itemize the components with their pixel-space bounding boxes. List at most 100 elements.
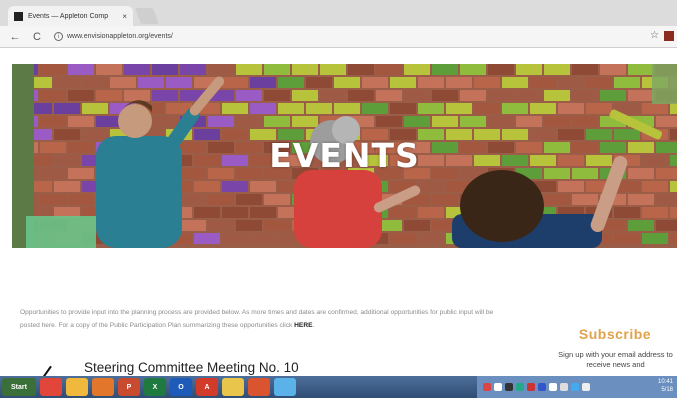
mural-brick xyxy=(530,103,556,114)
right-foliage xyxy=(652,64,677,104)
mural-brick xyxy=(600,64,626,75)
mural-brick xyxy=(502,103,528,114)
extension-icon[interactable] xyxy=(664,31,674,41)
mural-brick xyxy=(124,64,150,75)
tray-icon[interactable] xyxy=(483,383,491,391)
mural-brick xyxy=(138,77,164,88)
taskbar-app-explorer[interactable] xyxy=(66,378,88,396)
tray-icon[interactable] xyxy=(505,383,513,391)
browser-tab-strip: Events — Appleton Comp × xyxy=(0,0,677,26)
mural-brick xyxy=(502,77,528,88)
tab-close-icon[interactable]: × xyxy=(122,12,127,21)
mural-brick xyxy=(432,64,458,75)
mural-brick xyxy=(474,77,500,88)
tray-icon[interactable] xyxy=(494,383,502,391)
mural-brick xyxy=(54,103,80,114)
mural-brick xyxy=(572,194,598,205)
bookmark-star-icon[interactable]: ☆ xyxy=(650,30,659,41)
tray-icon[interactable] xyxy=(538,383,546,391)
taskbar-app-paint[interactable] xyxy=(222,378,244,396)
mural-brick xyxy=(180,64,206,75)
minimize-icon[interactable] xyxy=(621,4,637,16)
mural-brick xyxy=(250,181,276,192)
new-tab-button[interactable] xyxy=(135,8,159,24)
taskbar-app-outlook[interactable]: O xyxy=(170,378,192,396)
mural-brick xyxy=(432,116,458,127)
mural-brick xyxy=(236,64,262,75)
mural-brick xyxy=(264,116,290,127)
mural-brick xyxy=(348,90,374,101)
mural-brick xyxy=(670,181,677,192)
window-close-icon[interactable] xyxy=(657,4,673,16)
tray-icon[interactable] xyxy=(560,383,568,391)
taskbar-clock[interactable]: 10:41 5/18 xyxy=(658,378,673,394)
mural-brick xyxy=(222,77,248,88)
mural-brick xyxy=(306,77,332,88)
mural-brick xyxy=(292,64,318,75)
mural-brick xyxy=(404,64,430,75)
taskbar-app-network[interactable] xyxy=(274,378,296,396)
mural-brick xyxy=(614,207,640,218)
reload-icon[interactable]: C xyxy=(30,30,44,44)
mural-brick xyxy=(334,77,360,88)
taskbar-app-firefox[interactable] xyxy=(92,378,114,396)
mural-brick xyxy=(474,103,500,114)
system-tray: 10:41 5/18 xyxy=(477,376,677,398)
mural-brick xyxy=(250,207,276,218)
mural-brick xyxy=(656,116,677,127)
taskbar-app-media[interactable] xyxy=(248,378,270,396)
taskbar-app-powerpoint[interactable]: P xyxy=(118,378,140,396)
meeting-heading[interactable]: Steering Committee Meeting No. 10 xyxy=(84,360,299,375)
tray-icon[interactable] xyxy=(516,383,524,391)
mural-brick xyxy=(614,77,640,88)
tray-icon[interactable] xyxy=(549,383,557,391)
start-button[interactable]: Start xyxy=(2,378,36,396)
mural-brick xyxy=(418,233,444,244)
here-link[interactable]: HERE xyxy=(294,322,312,329)
mural-brick xyxy=(572,90,598,101)
mural-brick xyxy=(656,194,677,205)
tray-icon[interactable] xyxy=(582,383,590,391)
mural-brick xyxy=(68,194,94,205)
mural-brick xyxy=(54,181,80,192)
tray-icon[interactable] xyxy=(571,383,579,391)
taskbar-apps: PXOA xyxy=(36,378,296,396)
mural-brick xyxy=(390,207,416,218)
mural-brick xyxy=(264,90,290,101)
mural-brick xyxy=(530,77,556,88)
mural-brick xyxy=(82,103,108,114)
mural-brick xyxy=(180,194,206,205)
mural-brick xyxy=(460,116,486,127)
taskbar-app-acrobat[interactable]: A xyxy=(196,378,218,396)
maximize-icon[interactable] xyxy=(639,4,655,16)
mural-brick xyxy=(544,194,570,205)
mural-brick xyxy=(40,194,66,205)
address-bar[interactable]: i www.envisionappleton.org/events/ xyxy=(54,29,644,45)
mural-brick xyxy=(488,64,514,75)
mural-brick xyxy=(572,64,598,75)
mural-brick xyxy=(54,77,80,88)
info-icon[interactable]: i xyxy=(54,32,63,41)
taskbar-app-chrome[interactable] xyxy=(40,378,62,396)
mural-brick xyxy=(670,207,677,218)
browser-tab[interactable]: Events — Appleton Comp × xyxy=(8,6,133,26)
mural-brick xyxy=(208,64,234,75)
subscribe-heading: Subscribe xyxy=(578,326,652,342)
tray-icon[interactable] xyxy=(527,383,535,391)
mural-brick xyxy=(278,103,304,114)
mural-brick xyxy=(264,220,290,231)
back-arrow-icon[interactable]: ← xyxy=(8,30,22,44)
mural-brick xyxy=(642,181,668,192)
start-label: Start xyxy=(11,383,27,391)
url-text: www.envisionappleton.org/events/ xyxy=(67,33,173,40)
mural-brick xyxy=(152,116,178,127)
mural-brick xyxy=(600,90,626,101)
mural-brick xyxy=(376,64,402,75)
taskbar-app-excel[interactable]: X xyxy=(144,378,166,396)
mural-brick xyxy=(418,103,444,114)
subscribe-description: Sign up with your email address to recei… xyxy=(558,350,673,369)
mural-brick xyxy=(348,64,374,75)
hero-banner: EVENTS xyxy=(12,64,677,248)
mural-brick xyxy=(68,64,94,75)
browser-toolbar: ← C i www.envisionappleton.org/events/ ☆ xyxy=(0,26,677,48)
